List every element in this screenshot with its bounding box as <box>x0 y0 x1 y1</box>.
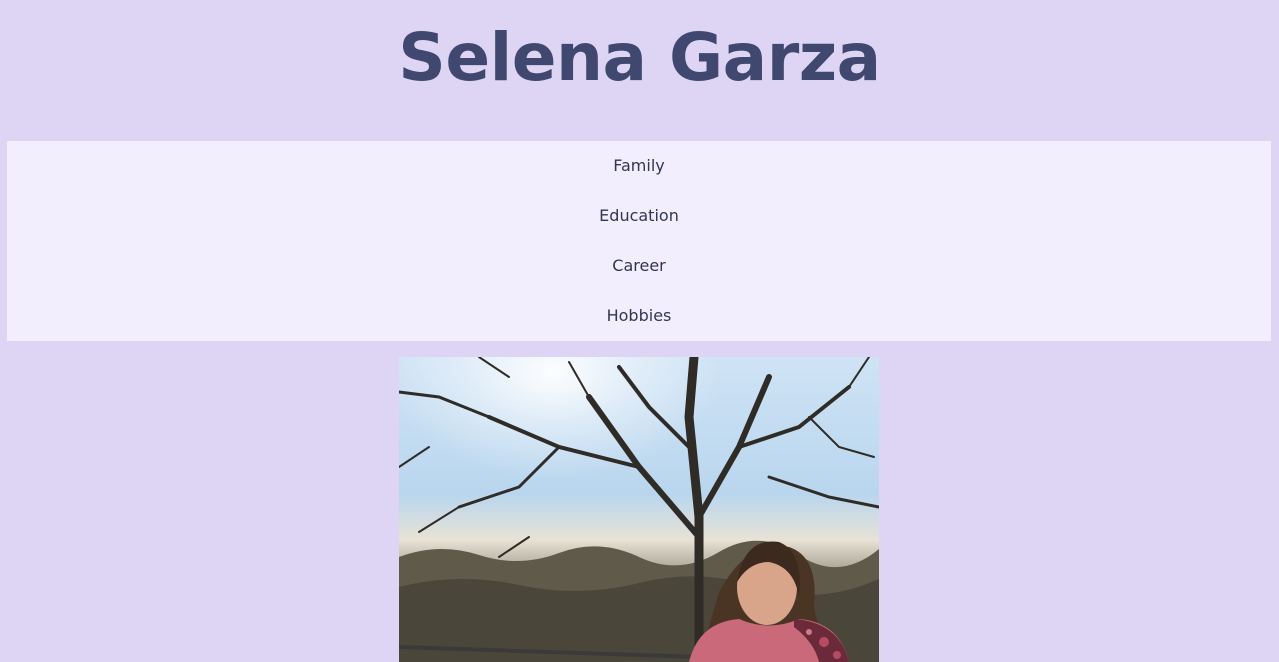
nav-item-education[interactable]: Education <box>7 191 1271 241</box>
nav-item-family[interactable]: Family <box>7 141 1271 191</box>
nav-item-career[interactable]: Career <box>7 241 1271 291</box>
nav-item-hobbies[interactable]: Hobbies <box>7 291 1271 341</box>
main-nav: Family Education Career Hobbies <box>7 141 1271 341</box>
page-title: Selena Garza <box>398 19 881 96</box>
profile-photo <box>399 357 879 662</box>
